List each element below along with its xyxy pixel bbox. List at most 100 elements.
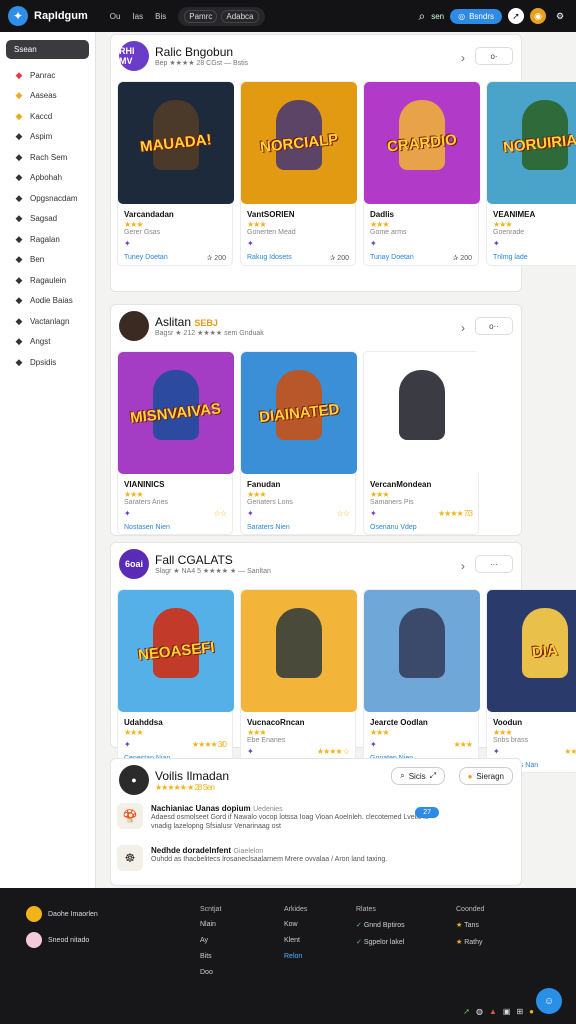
- chat-icon[interactable]: ▣: [503, 1007, 511, 1016]
- top-action-button[interactable]: ◎ Bsndrs: [450, 8, 502, 24]
- sidebar-item[interactable]: ◆ Sagsad: [6, 209, 89, 230]
- share-icon[interactable]: ⊞: [516, 1007, 523, 1016]
- footer-link[interactable]: ✓ Gnnd Bptiros: [356, 921, 405, 929]
- game-thumbnail[interactable]: DIAINATED: [241, 352, 357, 474]
- tile-footer-label[interactable]: Tunay Doetan: [370, 254, 414, 262]
- star-icon[interactable]: ✦: [8, 6, 28, 26]
- footer-badge[interactable]: Daohe Imaorlen: [26, 906, 98, 922]
- more-menu-button[interactable]: o·: [475, 47, 513, 65]
- count-badge[interactable]: 27: [415, 807, 439, 818]
- card-subtitle: Slagr ★ NA4 5 ★★★★ ★ — Sanltan: [155, 568, 271, 575]
- more-menu-button[interactable]: o··: [475, 317, 513, 335]
- game-thumbnail[interactable]: [364, 352, 480, 474]
- footer-link[interactable]: Nlain: [200, 921, 221, 928]
- footer-badge[interactable]: Sneod nitado: [26, 932, 98, 948]
- sidebar-item[interactable]: ◆ Aaseas: [6, 86, 89, 107]
- game-tile[interactable]: NORCIALP VantSORIEN ★★★ Gonerten Mead ✦ Rakug…: [240, 81, 357, 266]
- sidebar-item[interactable]: ◆ Angst: [6, 332, 89, 353]
- card-title[interactable]: Aslitan SEBJ: [155, 315, 264, 329]
- avatar[interactable]: RHI MV: [119, 41, 149, 71]
- sidebar-item[interactable]: ◆ Apbohah: [6, 168, 89, 189]
- footer-link[interactable]: ★ Tans: [456, 921, 484, 929]
- sidebar-item[interactable]: ◆ Aodie Baias: [6, 291, 89, 312]
- tile-footer-label[interactable]: Tnlmg lade: [493, 254, 528, 261]
- game-tile[interactable]: NORUIRIAN VEANIMEA ★★★ Goenrade ✦ Tnlmg lade: [486, 81, 576, 266]
- brand-name[interactable]: RapIdgum: [34, 10, 88, 22]
- footer-link[interactable]: Bits: [200, 953, 221, 960]
- sidebar-item[interactable]: ◆ Ragaulein: [6, 270, 89, 291]
- game-thumbnail[interactable]: NEOASEFI: [118, 590, 234, 712]
- sidebar-header[interactable]: Ssean: [6, 40, 89, 59]
- tile-footer-label[interactable]: Tuney Doetan: [124, 254, 168, 262]
- list-item[interactable]: 🍄 Nachianiac Uanas dopium Uedenies Adaes…: [117, 803, 517, 831]
- sidebar-item[interactable]: ◆ Aspim: [6, 127, 89, 148]
- sidebar-item[interactable]: ◆ Ragalan: [6, 229, 89, 250]
- game-thumbnail[interactable]: CRARDIO: [364, 82, 480, 204]
- search-icon[interactable]: ⌕: [418, 9, 425, 24]
- sidebar-item[interactable]: ◆ Vactanlagn: [6, 311, 89, 332]
- game-thumbnail[interactable]: MAUADA!: [118, 82, 234, 204]
- card-title[interactable]: Voilis Ilmadan: [155, 769, 229, 783]
- card-title[interactable]: Fall CGALATS: [155, 553, 271, 567]
- game-thumbnail[interactable]: DIA: [487, 590, 576, 712]
- avatar[interactable]: [119, 311, 149, 341]
- search-button[interactable]: ⌕ Sicis ⤢: [391, 767, 445, 785]
- chevron-right-icon[interactable]: ›: [461, 51, 465, 65]
- tile-footer-label[interactable]: Oserianu Vdep: [370, 524, 417, 531]
- nav-link-3[interactable]: Bis: [155, 12, 166, 21]
- coin-icon[interactable]: ●: [529, 1007, 534, 1016]
- game-tile[interactable]: DIAVoodun★★★Snbs brass✦★★★★★Tengadas Nan: [486, 589, 576, 773]
- search-chip-1[interactable]: Pamrc: [184, 9, 218, 23]
- footer-link[interactable]: Kow: [284, 921, 307, 928]
- sidebar-item[interactable]: ◆ Kaccd: [6, 106, 89, 127]
- coin-icon[interactable]: ◉: [530, 8, 546, 24]
- sidebar-item[interactable]: ◆ Rach Sem: [6, 147, 89, 168]
- game-tile[interactable]: VucnacoRncan★★★Ebe Enanes✦★★★★ ☆Vaconaen…: [240, 589, 357, 773]
- game-thumbnail[interactable]: [241, 590, 357, 712]
- sidebar-item[interactable]: ◆ Panrac: [6, 65, 89, 86]
- avatar[interactable]: ●: [119, 765, 149, 795]
- avatar[interactable]: 6oai: [119, 549, 149, 579]
- game-tile[interactable]: CRARDIO Dadlis ★★★ Gome arms ✦ Tunay Doetan ✰ …: [363, 81, 480, 266]
- footer-link[interactable]: Doo: [200, 969, 221, 976]
- globe-icon[interactable]: ◍: [476, 1007, 483, 1016]
- game-tile[interactable]: MISNVAIVAS VIANINICS ★★★ Saraters Anes ✦ ☆☆ No…: [117, 351, 234, 535]
- game-tile[interactable]: NEOASEFIUdahddsa★★★✦★★★★ 3/0Cenestan Nia…: [117, 589, 234, 773]
- game-tile[interactable]: Jearcte Oodlan★★★✦★★★Gonaten Nien: [363, 589, 480, 773]
- game-thumbnail[interactable]: NORCIALP: [241, 82, 357, 204]
- list-item[interactable]: ☸ Nedhde doradelnfent Giaelelon Ouhdd as…: [117, 845, 517, 871]
- footer-link[interactable]: ★ Rathy: [456, 938, 484, 946]
- sidebar-item[interactable]: ◆ Ben: [6, 250, 89, 271]
- nav-link-2[interactable]: Ias: [132, 12, 143, 21]
- rocket-icon[interactable]: ➚: [463, 1007, 470, 1016]
- tile-footer-label[interactable]: Rakug Idosets: [247, 254, 292, 262]
- footer-link[interactable]: Relon: [284, 953, 307, 960]
- sidebar-item[interactable]: ◆ Opgsnacdam: [6, 188, 89, 209]
- chevron-right-icon[interactable]: ›: [461, 559, 465, 573]
- game-thumbnail[interactable]: NORUIRIAN: [487, 82, 576, 204]
- sidebar-item[interactable]: ◆ Dpsidis: [6, 352, 89, 373]
- list-item-tag: Uedenies: [253, 806, 283, 813]
- footer-link[interactable]: ✓ Sgpelor lakel: [356, 938, 405, 946]
- top-label[interactable]: sen: [431, 12, 444, 21]
- top-search[interactable]: Pamrc Adabca: [178, 6, 265, 26]
- nav-link-1[interactable]: Ou: [110, 12, 121, 21]
- footer-link[interactable]: Klent: [284, 937, 307, 944]
- tile-footer-label[interactable]: Saraters Nien: [247, 524, 290, 531]
- gear-icon[interactable]: ⚙: [552, 8, 568, 24]
- card-title[interactable]: Ralic Bngobun: [155, 45, 248, 59]
- more-menu-button[interactable]: ···: [475, 555, 513, 573]
- tile-footer-label[interactable]: Nostasen Nien: [124, 524, 170, 531]
- game-thumbnail[interactable]: [364, 590, 480, 712]
- game-tile[interactable]: DIAINATED Fanudan ★★★ Genaters Lons ✦ ☆☆ Sarat…: [240, 351, 357, 535]
- rocket-icon[interactable]: ➚: [508, 8, 524, 24]
- settings-button[interactable]: ● Sieragn: [458, 767, 513, 785]
- footer-link[interactable]: Ay: [200, 937, 221, 944]
- search-chip-2[interactable]: Adabca: [221, 9, 259, 23]
- game-tile[interactable]: VercanMondean ★★★ Samaners Pis ✦ ★★★★ 7/3 Ose…: [363, 351, 480, 535]
- help-button[interactable]: ☺: [536, 988, 562, 1014]
- game-tile[interactable]: MAUADA! Varcandadan ★★★ Gerer Gsas ✦ Tuney Do…: [117, 81, 234, 266]
- chevron-right-icon[interactable]: ›: [461, 321, 465, 335]
- game-thumbnail[interactable]: MISNVAIVAS: [118, 352, 234, 474]
- flame-icon[interactable]: ▲: [489, 1007, 497, 1016]
